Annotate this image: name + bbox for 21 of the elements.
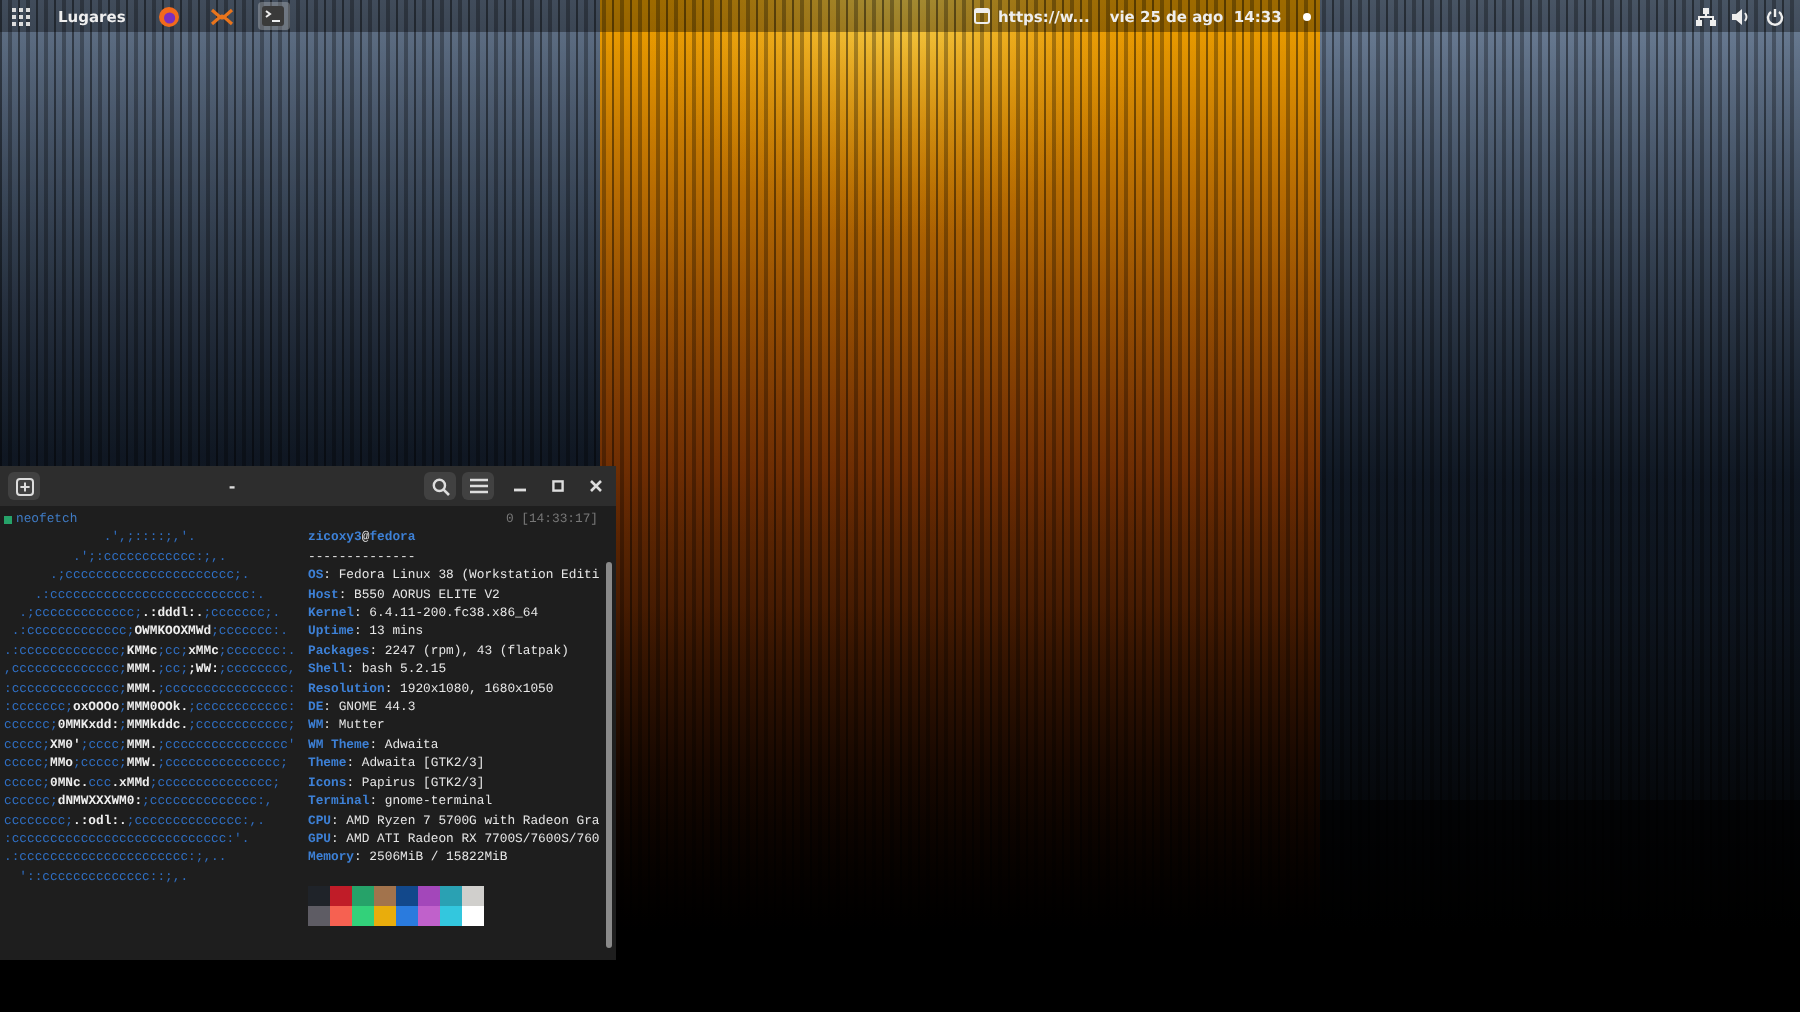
- app-grid-icon[interactable]: [12, 7, 30, 25]
- new-tab-button[interactable]: [8, 472, 40, 500]
- network-icon[interactable]: [1696, 7, 1716, 25]
- window-icon: [974, 8, 991, 24]
- menu-button[interactable]: [462, 472, 494, 500]
- maximize-button[interactable]: [546, 474, 570, 498]
- menu-icon: [469, 478, 487, 494]
- volume-icon[interactable]: [1732, 7, 1750, 25]
- window-title: -: [226, 477, 238, 495]
- dot-icon: [1301, 11, 1312, 21]
- prompt-marker-icon: [4, 515, 12, 524]
- firefox-icon: [158, 5, 181, 27]
- dock-app[interactable]: [257, 2, 290, 30]
- close-icon: [590, 480, 602, 492]
- power-icon[interactable]: [1766, 7, 1784, 25]
- search-icon: [431, 477, 449, 495]
- search-button[interactable]: [424, 472, 456, 500]
- maximize-icon: [552, 480, 564, 492]
- terminal-icon: [262, 6, 285, 26]
- cross-icon: [209, 7, 234, 25]
- plus-square-icon: [15, 477, 33, 495]
